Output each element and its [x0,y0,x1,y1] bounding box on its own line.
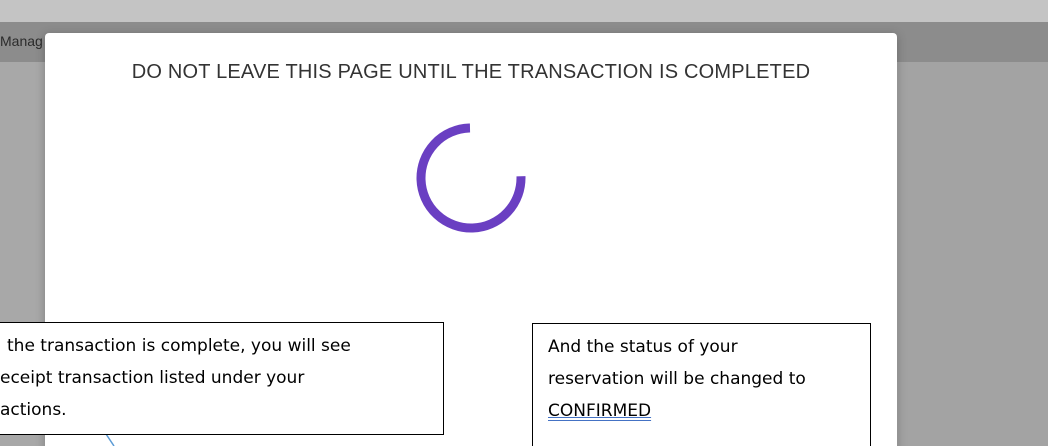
callout-right-line-1: And the status of your [548,337,738,357]
callout-reservation-status: And the status of your reservation will … [532,323,871,446]
loading-spinner-icon [416,123,526,233]
browser-top-strip [0,0,1048,22]
callout-transaction-receipt: the transaction is complete, you will se… [0,322,444,435]
callout-left-line-2: eceipt transaction listed under your [0,368,305,388]
callout-left-line-3: actions. [0,400,67,420]
callout-left-line-1: the transaction is complete, you will se… [7,336,351,356]
status-confirmed-text: CONFIRMED [548,401,652,421]
background-right-panel [898,62,1048,446]
modal-warning-title: DO NOT LEAVE THIS PAGE UNTIL THE TRANSAC… [131,61,811,83]
background-header-title: Manag [0,33,43,49]
callout-right-line-2: reservation will be changed to [548,369,806,389]
